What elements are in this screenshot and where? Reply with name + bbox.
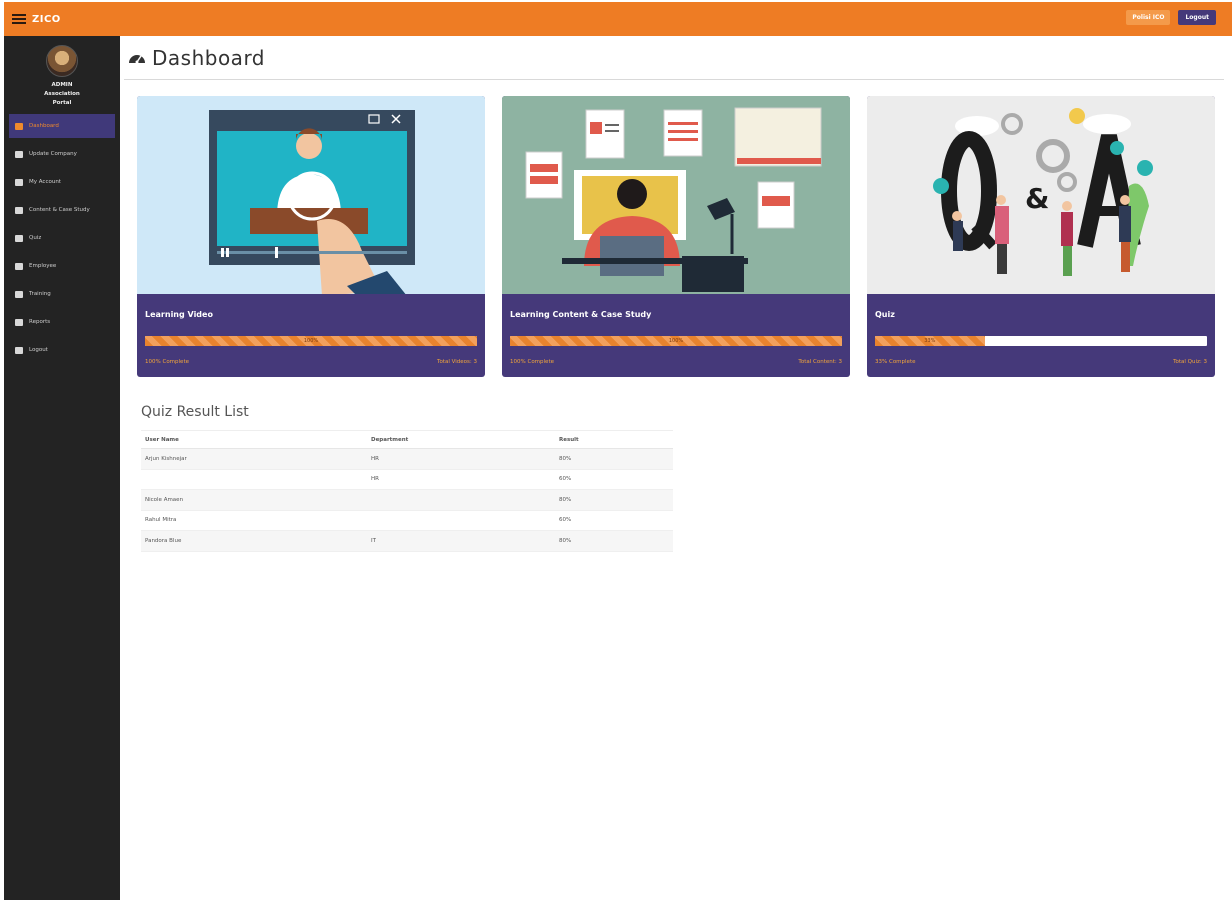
progress-fill: 100% — [145, 336, 477, 346]
cell-result: 60% — [555, 469, 673, 490]
topbar-actions: Polisi ICO Logout — [1126, 10, 1216, 25]
user-info: ADMIN Association Portal — [4, 81, 120, 108]
sidebar-nav: Dashboard Update Company My Account Cont… — [4, 114, 120, 362]
cell-user-name: Rahul Mitra — [141, 510, 367, 531]
document-icon — [15, 206, 23, 214]
book-icon — [15, 290, 23, 298]
dashboard-icon — [15, 122, 23, 130]
table-row[interactable]: Nicole Amaen 80% — [141, 489, 673, 511]
cell-result: 80% — [555, 448, 673, 470]
total-text: Total Videos: 3 — [437, 359, 477, 365]
employee-icon — [15, 262, 23, 270]
app-frame: ZICO Polisi ICO Logout ADMIN Association… — [4, 2, 1232, 900]
cell-result: 60% — [555, 510, 673, 531]
table-row[interactable]: Arjun Kishnejar HR 80% — [141, 448, 673, 470]
quiz-result-table: User Name Department Result Arjun Kishne… — [141, 430, 673, 552]
table-header-row: User Name Department Result — [141, 430, 673, 449]
user-org: Association — [44, 91, 80, 97]
learning-content-card[interactable]: Learning Content & Case Study 100% 100% … — [502, 96, 850, 377]
user-icon — [15, 346, 23, 354]
progress-fill: 33% — [875, 336, 985, 346]
card-title: Learning Content & Case Study — [510, 310, 652, 319]
sidebar-item-reports[interactable]: Reports — [9, 310, 115, 334]
quiz-icon — [15, 234, 23, 242]
sidebar-item-label: Quiz — [29, 235, 42, 241]
sidebar-item-label: My Account — [29, 179, 61, 185]
sidebar-item-content[interactable]: Content & Case Study — [9, 198, 115, 222]
sidebar-item-label: Dashboard — [29, 123, 59, 129]
sidebar-item-logout[interactable]: Logout — [9, 338, 115, 362]
card-title: Learning Video — [145, 310, 213, 319]
sidebar-item-label: Reports — [29, 319, 51, 325]
cell-user-name: Pandora Blue — [141, 530, 367, 552]
progress-bar: 100% — [145, 336, 477, 346]
learning-video-illustration — [137, 96, 485, 294]
cell-user-name: Nicole Amaen — [141, 489, 367, 511]
cell-department — [367, 510, 555, 531]
card-title: Quiz — [875, 310, 895, 319]
logout-button[interactable]: Logout — [1178, 10, 1216, 25]
sidebar-item-employee[interactable]: Employee — [9, 254, 115, 278]
table-row[interactable]: Rahul Mitra 60% — [141, 510, 673, 531]
users-icon — [15, 178, 23, 186]
user-name: ADMIN — [51, 82, 73, 88]
sidebar-item-label: Training — [29, 291, 51, 297]
cell-result: 80% — [555, 530, 673, 552]
cell-user-name — [141, 469, 367, 490]
quiz-card[interactable]: & Quiz 33% 33% Complete Total Quiz: 3 — [867, 96, 1215, 377]
cell-department: IT — [367, 530, 555, 552]
main-content: Dashboard Learning Video 100% 100% Compl… — [120, 36, 1232, 900]
sidebar-item-dashboard[interactable]: Dashboard — [9, 114, 115, 138]
table-row[interactable]: HR 60% — [141, 469, 673, 490]
progress-label: 33% — [924, 338, 936, 344]
cell-result: 80% — [555, 489, 673, 511]
cell-department: HR — [367, 448, 555, 470]
complete-text: 100% Complete — [145, 359, 189, 365]
progress-bar: 100% — [510, 336, 842, 346]
sidebar-item-label: Employee — [29, 263, 57, 269]
cell-department — [367, 489, 555, 511]
top-navbar: ZICO Polisi ICO Logout — [4, 2, 1232, 36]
sidebar-item-label: Content & Case Study — [29, 207, 90, 213]
cell-department: HR — [367, 469, 555, 490]
svg-text:&: & — [1025, 182, 1049, 215]
action-button[interactable]: Polisi ICO — [1126, 10, 1171, 25]
dashboard-icon — [129, 55, 145, 64]
quiz-illustration: & — [867, 96, 1215, 294]
sidebar: ADMIN Association Portal Dashboard Updat… — [4, 36, 120, 900]
sidebar-item-label: Update Company — [29, 151, 77, 157]
building-icon — [15, 150, 23, 158]
learning-content-illustration — [502, 96, 850, 294]
page-header: Dashboard — [128, 46, 265, 70]
progress-fill: 100% — [510, 336, 842, 346]
brand-logo[interactable]: ZICO — [32, 14, 61, 25]
cell-user-name: Arjun Kishnejar — [141, 448, 367, 470]
complete-text: 100% Complete — [510, 359, 554, 365]
column-header-department[interactable]: Department — [367, 430, 555, 449]
complete-text: 33% Complete — [875, 359, 916, 365]
progress-label: 100% — [303, 338, 319, 344]
sidebar-item-training[interactable]: Training — [9, 282, 115, 306]
progress-label: 100% — [668, 338, 684, 344]
user-role: Portal — [52, 100, 72, 106]
column-header-result[interactable]: Result — [555, 430, 673, 449]
home-icon — [15, 318, 23, 326]
column-header-user-name[interactable]: User Name — [141, 430, 367, 449]
total-text: Total Content: 3 — [798, 359, 842, 365]
menu-toggle-icon[interactable] — [12, 14, 26, 24]
sidebar-item-update-company[interactable]: Update Company — [9, 142, 115, 166]
learning-video-card[interactable]: Learning Video 100% 100% Complete Total … — [137, 96, 485, 377]
sidebar-item-quiz[interactable]: Quiz — [9, 226, 115, 250]
avatar — [46, 45, 78, 77]
sidebar-item-label: Logout — [29, 347, 48, 353]
page-title: Dashboard — [152, 46, 266, 70]
sidebar-item-my-account[interactable]: My Account — [9, 170, 115, 194]
table-row[interactable]: Pandora Blue IT 80% — [141, 530, 673, 552]
total-text: Total Quiz: 3 — [1173, 359, 1207, 365]
quiz-result-title: Quiz Result List — [141, 404, 249, 420]
header-divider — [124, 79, 1224, 80]
progress-bar: 33% — [875, 336, 1207, 346]
